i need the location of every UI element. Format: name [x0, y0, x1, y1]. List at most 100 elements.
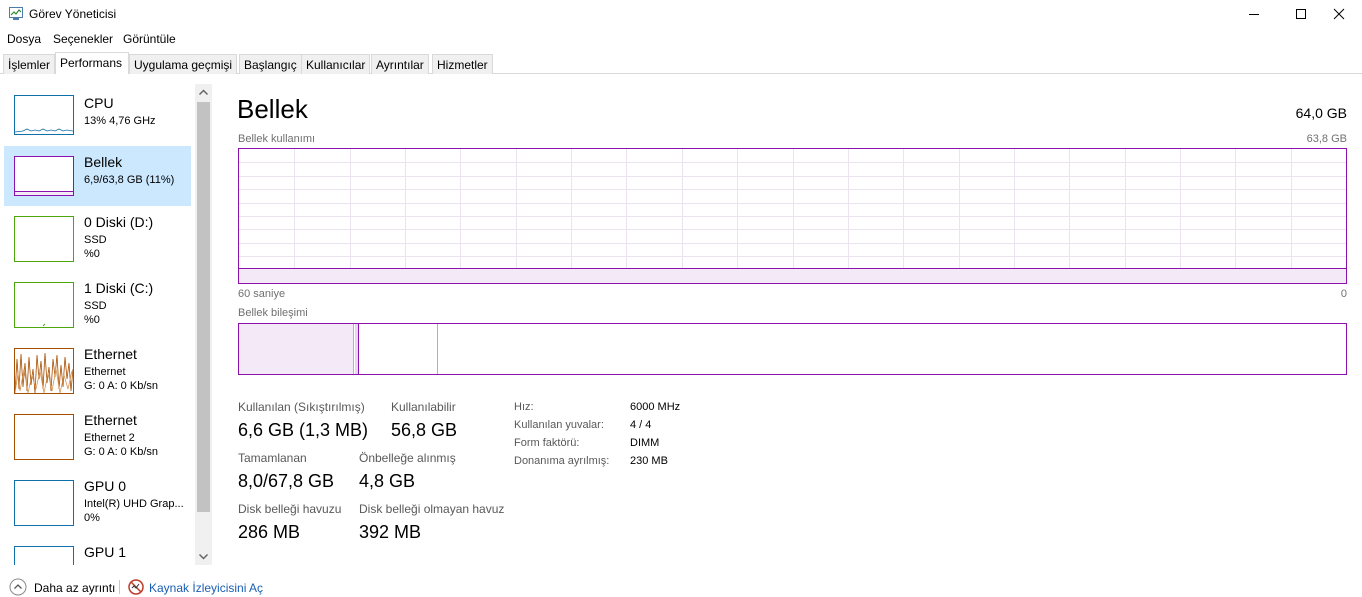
fewer-details-button[interactable] — [9, 578, 27, 596]
sidebar-item-memory[interactable]: Bellek 6,9/63,8 GB (11%) — [4, 146, 191, 206]
sidebar-item-gpu-0[interactable]: GPU 0 Intel(R) UHD Grap... 0% — [4, 472, 191, 536]
sidebar-item-label: CPU — [84, 95, 114, 111]
chevron-down-icon — [199, 554, 208, 560]
composition-in-use — [239, 324, 354, 374]
sidebar-item-ethernet-2[interactable]: Ethernet Ethernet 2 G: 0 A: 0 Kb/sn — [4, 406, 191, 470]
sidebar-item-detail: G: 0 A: 0 Kb/sn — [84, 446, 158, 458]
committed-label: Tamamlanan — [238, 451, 307, 465]
sidebar-item-label: 0 Diski (D:) — [84, 214, 154, 230]
sidebar-item-cpu[interactable]: CPU 13% 4,76 GHz — [4, 86, 191, 144]
in-use-label: Kullanılan (Sıkıştırılmış) — [238, 400, 365, 414]
total-memory: 64,0 GB — [1295, 105, 1347, 121]
sidebar-scrollbar[interactable] — [195, 84, 212, 565]
page-title: Bellek — [237, 94, 308, 124]
available-label: Kullanılabilir — [391, 400, 456, 414]
chevron-up-icon — [199, 89, 208, 95]
sidebar-item-detail: G: 0 A: 0 Kb/sn — [84, 380, 158, 392]
sidebar-item-label: 1 Diski (C:) — [84, 280, 154, 296]
gpu-1-thumbnail — [14, 546, 74, 565]
paged-pool-label: Disk belleği havuzu — [238, 502, 342, 516]
tab-users[interactable]: Kullanıcılar — [301, 54, 371, 74]
sidebar-item-detail: 6,9/63,8 GB (11%) — [84, 174, 175, 186]
composition-label: Bellek bileşimi — [238, 307, 308, 319]
scroll-down-button[interactable] — [195, 548, 212, 565]
sidebar-item-detail: %0 — [84, 314, 100, 326]
disk-1-thumbnail — [14, 282, 74, 328]
memory-usage-graph — [238, 148, 1347, 284]
form-factor-label: Form faktörü: — [514, 437, 580, 449]
minimize-icon — [1249, 14, 1259, 15]
sidebar-item-ethernet[interactable]: Ethernet Ethernet G: 0 A: 0 Kb/sn — [4, 340, 191, 404]
sidebar-item-label: GPU 0 — [84, 478, 127, 494]
committed-value: 8,0/67,8 GB — [238, 471, 335, 491]
sidebar-item-detail: SSD — [84, 234, 107, 246]
fewer-details-link[interactable]: Daha az ayrıntı — [34, 581, 115, 595]
usage-graph-max: 63,8 GB — [1306, 133, 1347, 145]
usage-graph-label: Bellek kullanımı — [238, 133, 316, 145]
sidebar-item-label: Ethernet — [84, 346, 137, 362]
graph-grid — [239, 149, 1346, 283]
sidebar-item-detail: SSD — [84, 300, 107, 312]
hardware-reserved-label: Donanıma ayrılmış: — [514, 455, 610, 467]
form-factor-value: DIMM — [630, 437, 660, 449]
cpu-thumbnail — [14, 95, 74, 135]
ethernet-thumbnail — [14, 348, 74, 394]
disk-0-thumbnail — [14, 216, 74, 262]
maximize-icon — [1296, 9, 1306, 19]
scroll-thumb[interactable] — [197, 102, 210, 512]
slots-used-label: Kullanılan yuvalar: — [514, 419, 604, 431]
sidebar-item-detail: Intel(R) UHD Grap... — [84, 498, 184, 510]
paged-pool-value: 286 MB — [238, 522, 301, 542]
close-icon — [1333, 8, 1345, 20]
composition-modified — [355, 324, 359, 374]
tab-bar: İşlemler Performans Uygulama geçmişi Baş… — [0, 52, 1362, 74]
sidebar-item-label: Bellek — [84, 154, 123, 170]
sidebar-item-disk-1[interactable]: 1 Diski (C:) SSD %0 — [4, 274, 191, 338]
minimize-button[interactable] — [1231, 0, 1277, 28]
window-title: Görev Yöneticisi — [29, 7, 117, 21]
gpu-0-thumbnail — [14, 480, 74, 526]
memory-thumbnail — [14, 156, 74, 196]
resource-monitor-icon — [128, 579, 144, 595]
nonpaged-pool-label: Disk belleği olmayan havuz — [359, 502, 505, 516]
in-use-value: 6,6 GB (1,3 MB) — [238, 420, 369, 440]
close-button[interactable] — [1316, 0, 1362, 28]
menu-options[interactable]: Seçenekler — [53, 32, 113, 46]
graph-x-right-label: 0 — [1340, 288, 1347, 300]
sidebar-item-detail: 13% 4,76 GHz — [84, 115, 156, 127]
graph-x-left-label: 60 saniye — [238, 288, 286, 300]
tab-services[interactable]: Hizmetler — [432, 54, 493, 74]
tab-performance[interactable]: Performans — [55, 52, 129, 74]
sidebar-item-detail: Ethernet — [84, 366, 126, 378]
memory-composition-bar — [238, 323, 1347, 375]
tab-processes[interactable]: İşlemler — [3, 54, 56, 74]
available-value: 56,8 GB — [391, 420, 458, 440]
usage-area — [239, 268, 1346, 283]
composition-standby — [360, 324, 438, 374]
tab-startup[interactable]: Başlangıç — [239, 54, 302, 74]
sidebar-item-detail: %0 — [84, 248, 100, 260]
scroll-up-button[interactable] — [195, 84, 212, 101]
tab-app-history[interactable]: Uygulama geçmişi — [129, 54, 238, 74]
hardware-reserved-value: 230 MB — [630, 455, 668, 467]
sidebar-item-detail: Ethernet 2 — [84, 432, 135, 444]
sidebar-item-disk-0[interactable]: 0 Diski (D:) SSD %0 — [4, 208, 191, 272]
sidebar-item-detail: 0% — [84, 512, 100, 524]
menu-bar: Dosya Seçenekler Görüntüle — [0, 29, 1362, 49]
menu-file[interactable]: Dosya — [7, 32, 41, 46]
menu-view[interactable]: Görüntüle — [123, 32, 176, 46]
open-resource-monitor-link[interactable]: Kaynak İzleyicisini Aç — [149, 581, 263, 595]
sidebar-item-label: GPU 1 — [84, 544, 127, 560]
title-bar: Görev Yöneticisi — [0, 0, 1362, 28]
speed-label: Hız: — [514, 401, 534, 413]
cached-label: Önbelleğe alınmış — [359, 451, 456, 465]
slots-used-value: 4 / 4 — [630, 419, 652, 431]
sidebar-item-gpu-1[interactable]: GPU 1 — [4, 538, 191, 565]
footer-divider — [119, 580, 120, 594]
nonpaged-pool-value: 392 MB — [359, 522, 422, 542]
tab-details[interactable]: Ayrıntılar — [371, 54, 429, 74]
speed-value: 6000 MHz — [630, 401, 681, 413]
chevron-up-circle-icon — [9, 578, 27, 596]
footer: Daha az ayrıntı Kaynak İzleyicisini Aç — [0, 574, 1362, 597]
resource-list: CPU 13% 4,76 GHz Bellek 6,9/63,8 GB (11%… — [0, 84, 212, 565]
